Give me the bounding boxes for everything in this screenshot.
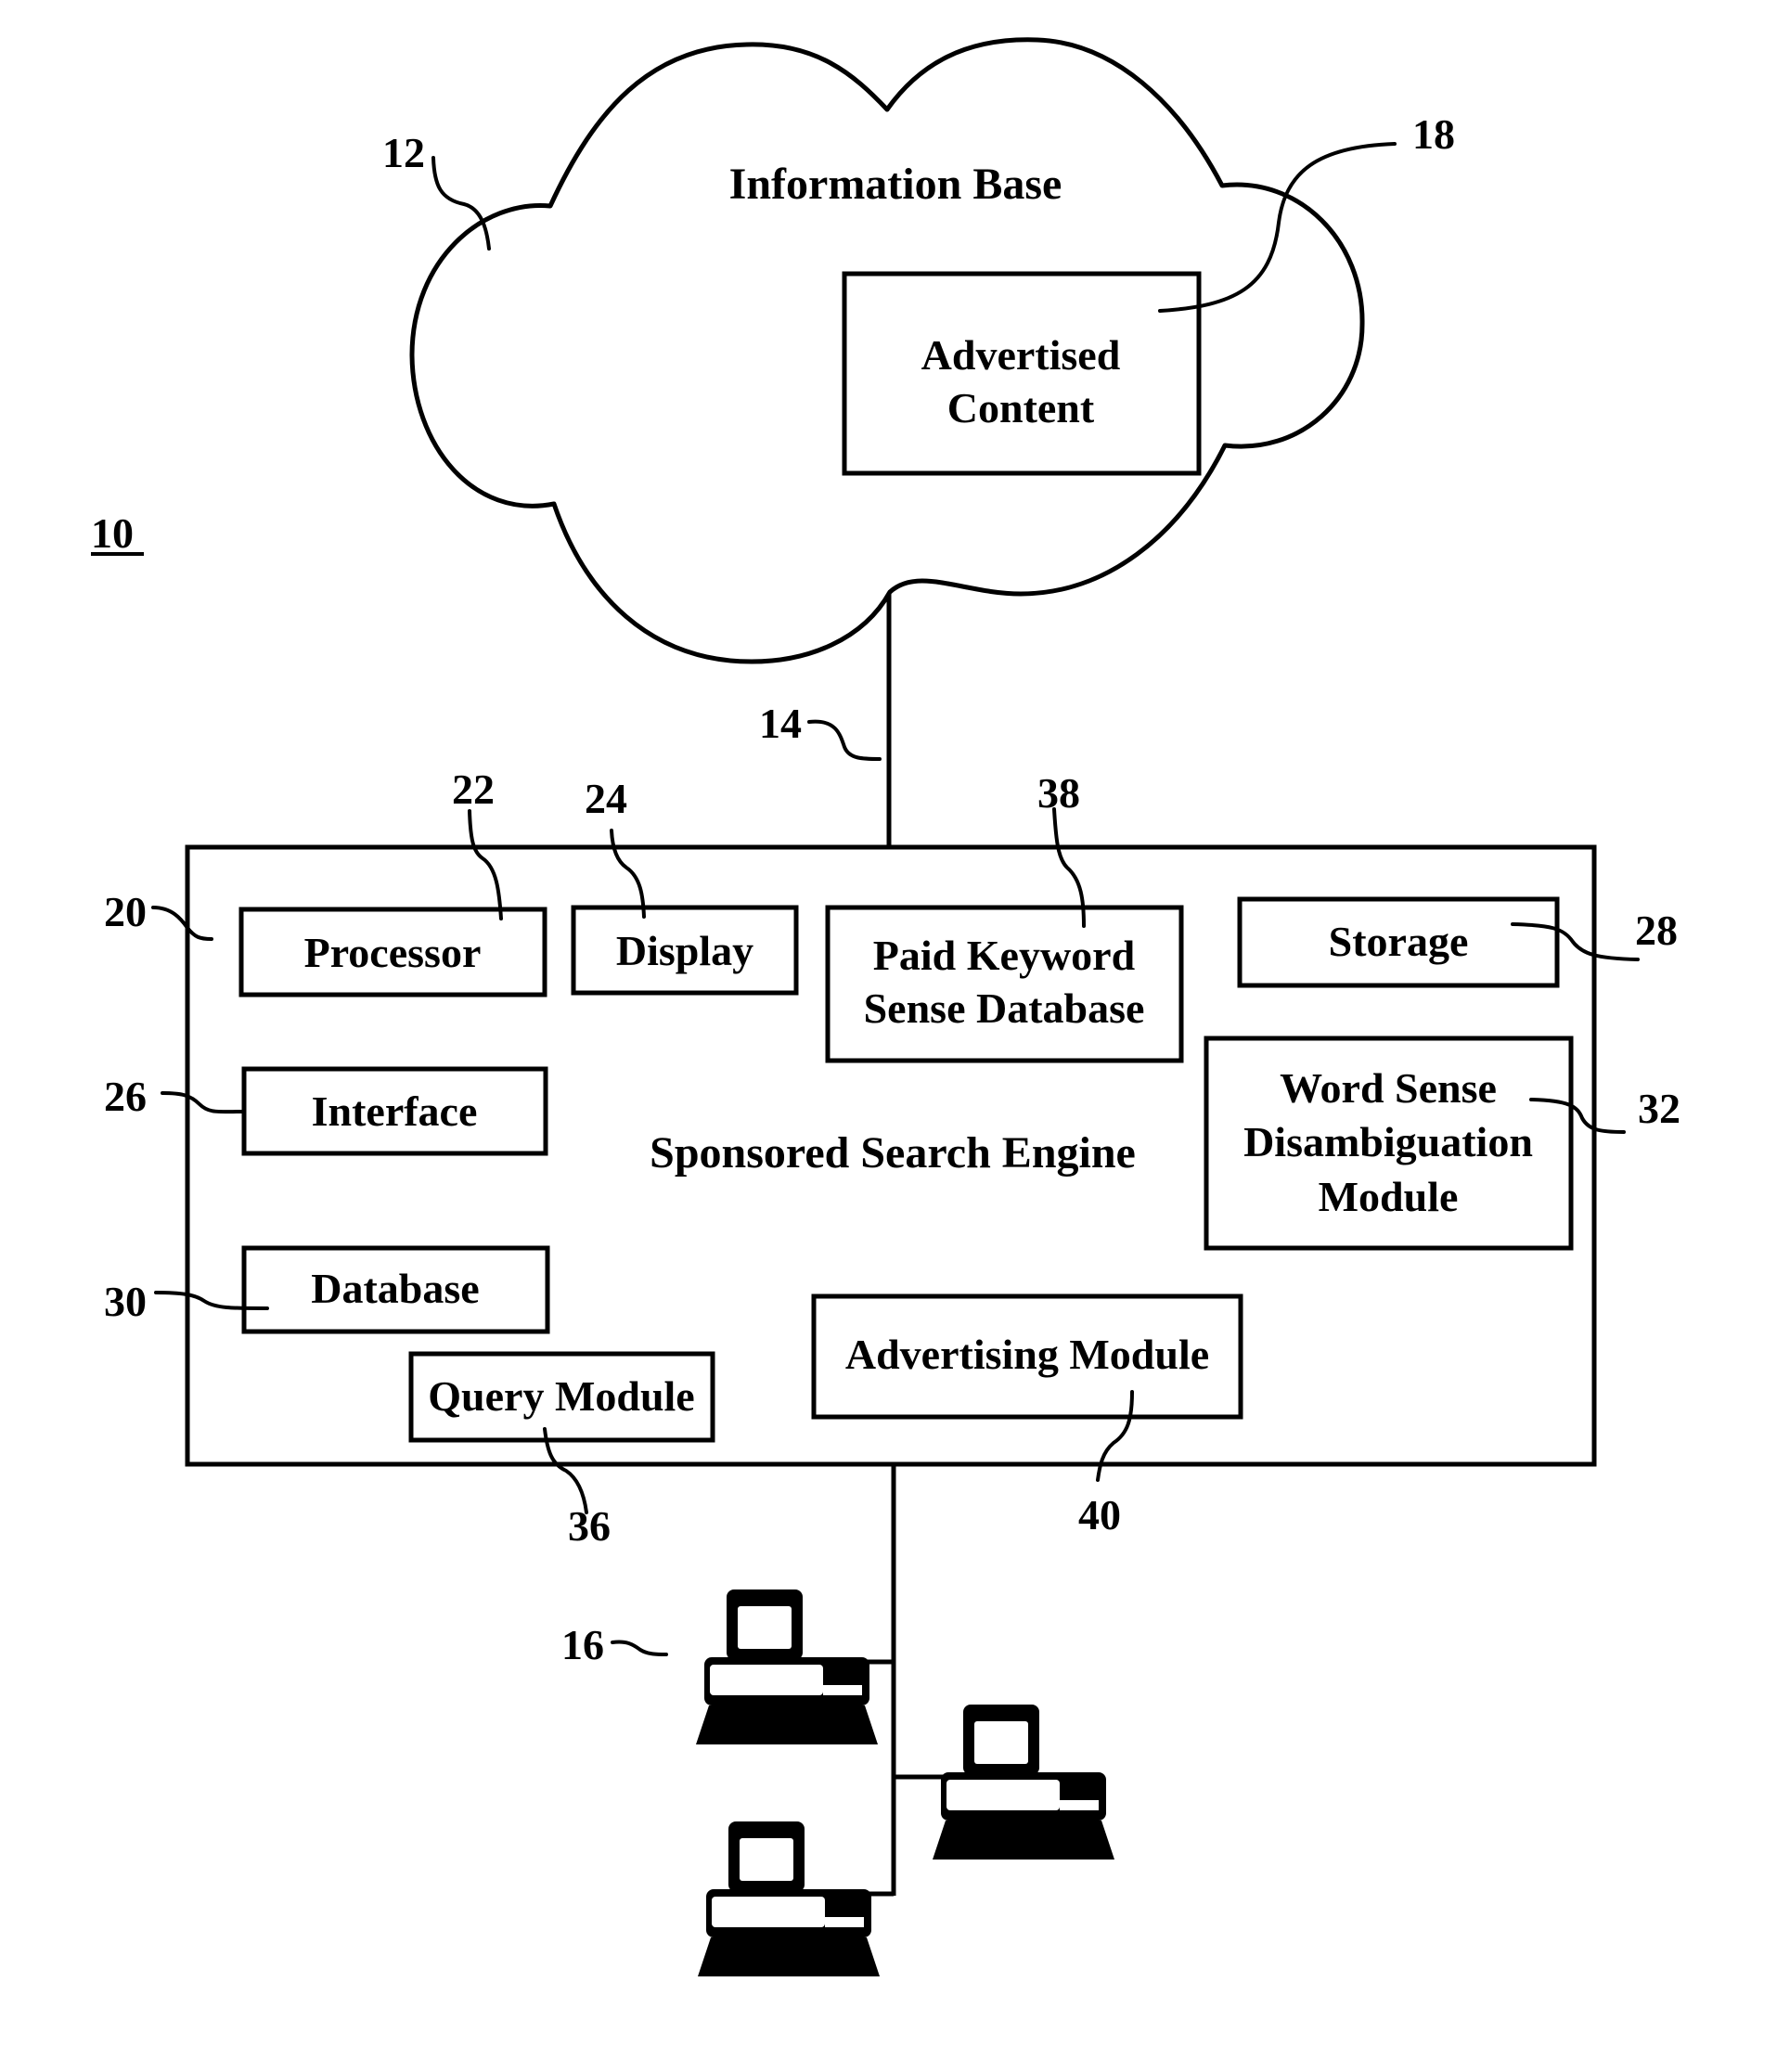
storage-box: Storage bbox=[1237, 896, 1560, 988]
ref-24-label: 24 bbox=[585, 775, 627, 822]
ref-22-label: 22 bbox=[452, 766, 495, 813]
wsd-line-2: Disambiguation bbox=[1243, 1118, 1533, 1165]
sponsored-search-engine: Sponsored Search Engine 20 Processor 22 … bbox=[104, 766, 1680, 1550]
advertising-module-label: Advertising Module bbox=[845, 1331, 1209, 1378]
ref-14-leader bbox=[807, 719, 882, 761]
storage-label: Storage bbox=[1329, 918, 1469, 965]
ref-16-leader bbox=[611, 1640, 668, 1656]
ref-26-label: 26 bbox=[104, 1073, 147, 1120]
ref-32-label: 32 bbox=[1638, 1085, 1680, 1132]
ref-12-label: 12 bbox=[382, 129, 425, 176]
system-diagram: 10 Information Base 12 Advertised Conten… bbox=[91, 37, 1680, 1976]
desktop-computer-icon bbox=[696, 1589, 878, 1744]
processor-label: Processor bbox=[304, 929, 482, 976]
interface-box: Interface bbox=[241, 1066, 548, 1156]
client-network: 16 bbox=[561, 1464, 1114, 1976]
ref-14-label: 14 bbox=[759, 700, 802, 747]
figure-ref-label: 10 bbox=[91, 509, 134, 557]
ref-28-label: 28 bbox=[1635, 907, 1678, 954]
query-module-box: Query Module bbox=[408, 1351, 715, 1443]
word-sense-disambiguation-module-box: Word Sense Disambiguation Module bbox=[1204, 1036, 1574, 1251]
network-link-14: 14 bbox=[759, 594, 892, 849]
wsd-line-1: Word Sense bbox=[1280, 1064, 1497, 1112]
ref-36-label: 36 bbox=[568, 1502, 611, 1550]
processor-box: Processor bbox=[238, 907, 547, 997]
desktop-computer-icon bbox=[698, 1821, 880, 1976]
advertising-module-box: Advertising Module bbox=[811, 1293, 1243, 1420]
information-base-cloud: Information Base 12 Advertised Content 1… bbox=[382, 37, 1455, 664]
figure-ref-10: 10 bbox=[91, 509, 144, 557]
display-label: Display bbox=[616, 927, 753, 974]
paid-keyword-line-2: Sense Database bbox=[864, 985, 1145, 1032]
ref-38-label: 38 bbox=[1037, 769, 1080, 817]
paid-keyword-sense-database-box: Paid Keyword Sense Database bbox=[825, 905, 1184, 1063]
database-box: Database bbox=[241, 1245, 550, 1334]
ref-18-label: 18 bbox=[1412, 110, 1455, 158]
query-module-label: Query Module bbox=[428, 1372, 694, 1420]
ref-40-label: 40 bbox=[1078, 1491, 1121, 1538]
wsd-line-3: Module bbox=[1319, 1173, 1459, 1220]
engine-label: Sponsored Search Engine bbox=[650, 1128, 1136, 1178]
ref-30-label: 30 bbox=[104, 1278, 147, 1325]
paid-keyword-line-1: Paid Keyword bbox=[873, 932, 1136, 979]
advertised-content-line-2: Content bbox=[947, 384, 1095, 431]
desktop-computer-icon bbox=[933, 1705, 1114, 1860]
display-box: Display bbox=[571, 905, 799, 996]
database-label: Database bbox=[311, 1265, 479, 1312]
advertised-content-box: Advertised Content bbox=[842, 271, 1202, 476]
advertised-content-line-1: Advertised bbox=[921, 331, 1121, 379]
interface-label: Interface bbox=[312, 1087, 478, 1135]
information-base-label: Information Base bbox=[729, 160, 1062, 209]
ref-20-label: 20 bbox=[104, 888, 147, 935]
ref-16-label: 16 bbox=[561, 1621, 604, 1668]
